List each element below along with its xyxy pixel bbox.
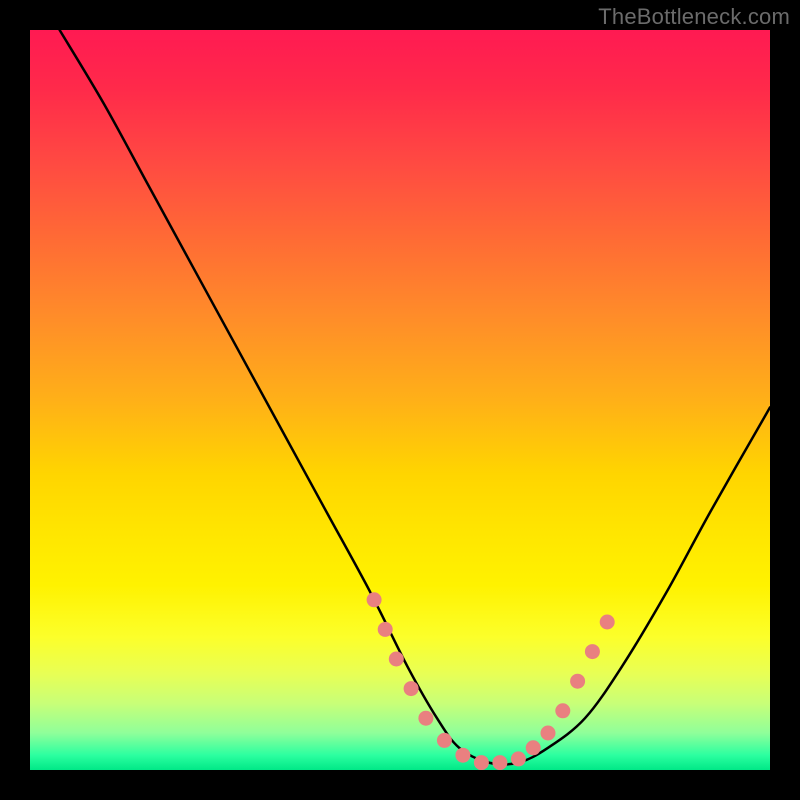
- plot-area: [30, 30, 770, 770]
- highlight-dot: [455, 748, 470, 763]
- highlight-dot: [585, 644, 600, 659]
- highlight-dot: [378, 622, 393, 637]
- highlight-dot: [474, 755, 489, 770]
- highlight-dot: [570, 674, 585, 689]
- highlight-dot: [389, 652, 404, 667]
- highlight-dot: [541, 726, 556, 741]
- highlight-dot: [600, 615, 615, 630]
- curve-layer: [30, 30, 770, 770]
- highlight-dot: [555, 703, 570, 718]
- watermark-text: TheBottleneck.com: [598, 4, 790, 30]
- highlight-dots: [367, 592, 615, 770]
- highlight-dot: [437, 733, 452, 748]
- highlight-dot: [526, 740, 541, 755]
- highlight-dot: [367, 592, 382, 607]
- highlight-dot: [404, 681, 419, 696]
- highlight-dot: [418, 711, 433, 726]
- bottleneck-curve: [60, 30, 770, 764]
- highlight-dot: [511, 751, 526, 766]
- chart-frame: TheBottleneck.com: [0, 0, 800, 800]
- highlight-dot: [492, 755, 507, 770]
